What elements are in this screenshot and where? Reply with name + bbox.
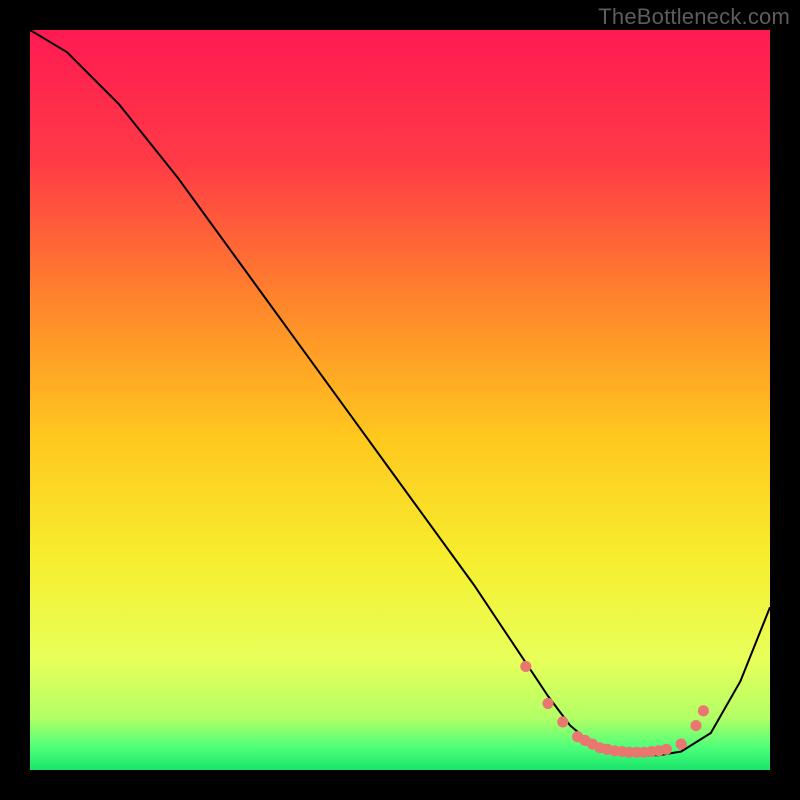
watermark-label: TheBottleneck.com xyxy=(598,4,790,30)
trough-marker-dot xyxy=(557,716,568,727)
chart-overlay xyxy=(30,30,770,770)
trough-marker-dot xyxy=(698,705,709,716)
bottleneck-curve xyxy=(30,30,770,755)
trough-marker-dot xyxy=(676,739,687,750)
trough-marker-dot xyxy=(690,720,701,731)
trough-marker-dot xyxy=(661,744,672,755)
chart-frame: TheBottleneck.com xyxy=(0,0,800,800)
trough-marker-dot xyxy=(520,661,531,672)
trough-markers xyxy=(520,661,709,758)
trough-marker-dot xyxy=(542,698,553,709)
plot-area xyxy=(30,30,770,770)
